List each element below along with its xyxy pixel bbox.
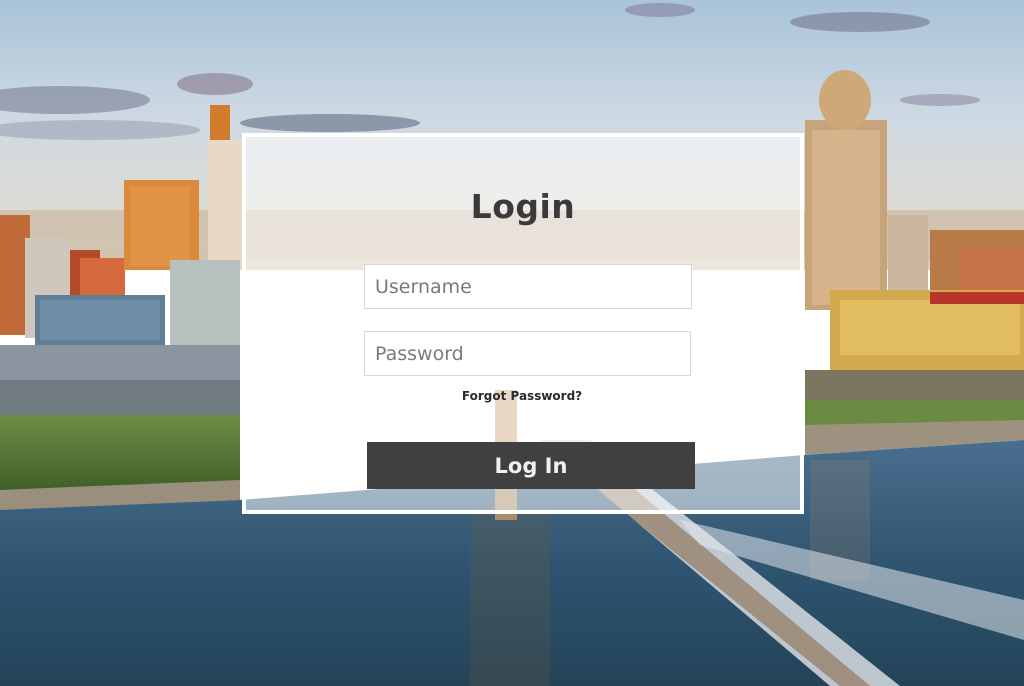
login-card: Login Forgot Password? Log In (242, 133, 804, 514)
password-input[interactable] (364, 331, 691, 376)
username-input[interactable] (364, 264, 692, 309)
forgot-password-link[interactable]: Forgot Password? (246, 389, 800, 403)
login-title: Login (470, 187, 576, 226)
login-button[interactable]: Log In (367, 442, 695, 489)
forgot-password-label: Forgot Password? (461, 389, 583, 403)
